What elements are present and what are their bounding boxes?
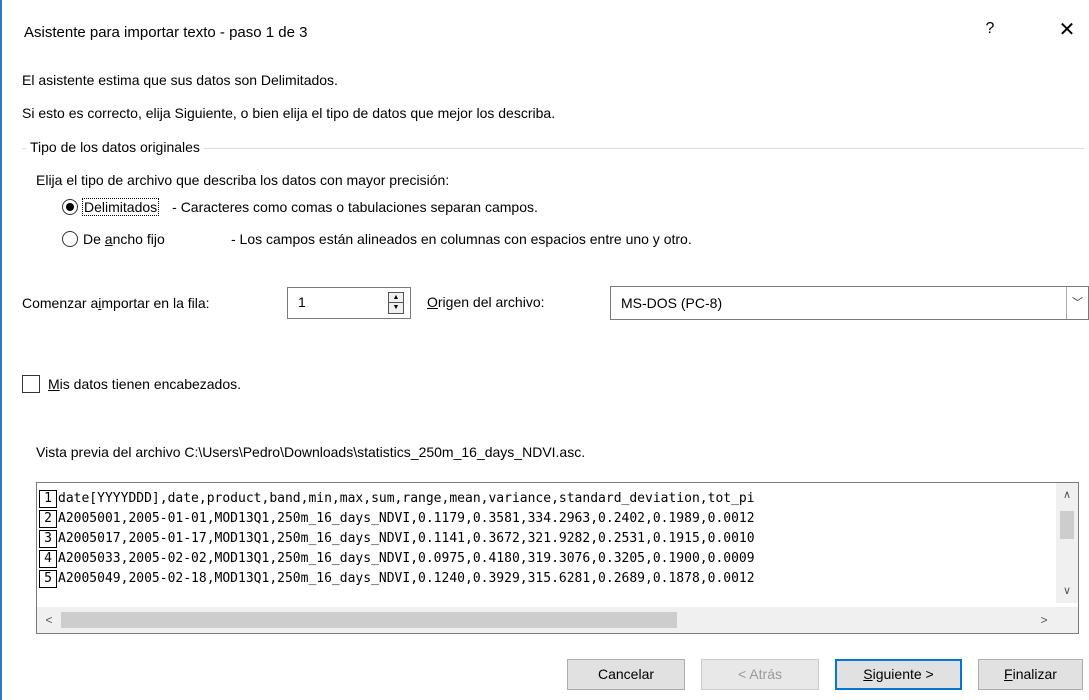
start-row-label-part2: mportar en la fila: <box>101 295 210 311</box>
next-button[interactable]: Siguiente > <box>835 659 962 690</box>
origin-label: Origen del archivo: <box>427 294 545 310</box>
scroll-down-icon[interactable]: ∨ <box>1056 581 1078 601</box>
next-button-accel: S <box>863 666 873 682</box>
preview-vertical-scrollbar[interactable]: ∧ ∨ <box>1056 483 1078 603</box>
origin-label-accel: O <box>427 294 438 310</box>
finish-button-accel: F <box>1004 666 1013 682</box>
data-type-prompt: Elija el tipo de archivo que describa lo… <box>36 172 450 188</box>
vertical-scroll-thumb[interactable] <box>1060 511 1074 539</box>
scroll-left-icon[interactable]: < <box>37 607 61 633</box>
preview-line-number: 3 <box>39 530 57 548</box>
headers-checkbox-row[interactable]: Mis datos tienen encabezados. <box>22 375 241 393</box>
window-title: Asistente para importar texto - paso 1 d… <box>24 24 308 41</box>
scroll-right-icon[interactable]: > <box>1032 607 1056 633</box>
preview-line-number: 5 <box>39 570 57 588</box>
origin-select-value: MS-DOS (PC-8) <box>621 295 723 311</box>
radio-fixed-width-indicator[interactable] <box>62 231 78 247</box>
spin-up-icon[interactable]: ▲ <box>389 293 403 303</box>
finish-button-label: inalizar <box>1012 666 1057 682</box>
headers-label-accel: M <box>48 376 60 392</box>
intro-line-2: Si esto es correcto, elija Siguiente, o … <box>22 105 556 121</box>
start-row-input[interactable]: 1 <box>298 294 306 310</box>
preview-caption: Vista previa del archivo C:\Users\Pedro\… <box>36 444 586 460</box>
help-button[interactable]: ? <box>978 20 1002 38</box>
preview-line: 3 A2005017,2005-01-17,MOD13Q1,250m_16_day… <box>39 529 1057 549</box>
radio-fixed-width-label[interactable]: De ancho fijo <box>83 231 231 247</box>
spin-down-icon[interactable]: ▼ <box>389 303 403 313</box>
headers-checkbox[interactable] <box>22 375 40 393</box>
preview-line-text: A2005033,2005-02-02,MOD13Q1,250m_16_days… <box>58 551 755 566</box>
radio-fixed-label-part2: ncho fijo <box>112 231 165 247</box>
scroll-up-icon[interactable]: ∧ <box>1056 485 1078 505</box>
preview-line: 5 A2005049,2005-02-18,MOD13Q1,250m_16_day… <box>39 569 1057 589</box>
cancel-button[interactable]: Cancelar <box>567 659 685 690</box>
preview-line: 4 A2005033,2005-02-02,MOD13Q1,250m_16_day… <box>39 549 1057 569</box>
preview-line: 1 date[YYYYDDD],date,product,band,min,max… <box>39 489 1057 509</box>
start-row-label: Comenzar a i mportar en la fila: <box>22 288 210 318</box>
next-button-label: iguiente > <box>872 666 934 682</box>
preview-line-number: 4 <box>39 550 57 568</box>
intro-line-1: El asistente estima que sus datos son De… <box>22 72 338 88</box>
start-row-label-part1: Comenzar a <box>22 295 99 311</box>
close-button[interactable]: ✕ <box>1054 17 1080 42</box>
start-row-stepper-buttons[interactable]: ▲ ▼ <box>388 292 404 314</box>
preview-line-text: date[YYYYDDD],date,product,band,min,max,… <box>58 491 755 506</box>
horizontal-scroll-thumb[interactable] <box>61 612 677 628</box>
radio-fixed-width[interactable]: De ancho fijo - Los campos están alinead… <box>62 228 692 250</box>
title-bar: Asistente para importar texto - paso 1 d… <box>2 0 1089 62</box>
radio-delimited-label[interactable]: Delimitados <box>81 198 160 216</box>
radio-fixed-label-accel: a <box>104 231 113 247</box>
headers-label-text: is datos tienen encabezados. <box>59 376 242 392</box>
preview-lines: 1 date[YYYYDDD],date,product,band,min,max… <box>39 489 1057 605</box>
scrollbar-corner <box>1056 607 1078 633</box>
finish-button[interactable]: Finalizar <box>978 659 1083 690</box>
data-type-group-legend: Tipo de los datos originales <box>26 139 204 155</box>
start-row-stepper[interactable]: 1 ▲ ▼ <box>287 287 411 319</box>
window-left-border <box>0 0 2 700</box>
preview-horizontal-scrollbar[interactable]: < > <box>37 607 1078 633</box>
back-button[interactable]: < Atrás <box>701 659 819 690</box>
preview-line-text: A2005017,2005-01-17,MOD13Q1,250m_16_days… <box>58 531 755 546</box>
preview-line-number: 1 <box>39 490 57 508</box>
radio-delimited-description: - Caracteres como comas o tabulaciones s… <box>172 199 538 215</box>
file-preview[interactable]: 1 date[YYYYDDD],date,product,band,min,max… <box>36 482 1079 634</box>
radio-delimited[interactable]: Delimitados - Caracteres como comas o ta… <box>62 196 538 218</box>
chevron-down-icon[interactable]: ﹀ <box>1066 287 1088 319</box>
radio-fixed-width-description: - Los campos están alineados en columnas… <box>231 231 692 247</box>
origin-label-text: rigen del archivo: <box>437 294 545 310</box>
preview-line-text: A2005001,2005-01-01,MOD13Q1,250m_16_days… <box>58 511 755 526</box>
preview-line: 2 A2005001,2005-01-01,MOD13Q1,250m_16_day… <box>39 509 1057 529</box>
preview-line-text: A2005049,2005-02-18,MOD13Q1,250m_16_days… <box>58 571 755 586</box>
origin-select[interactable]: MS-DOS (PC-8) ﹀ <box>610 286 1089 320</box>
headers-checkbox-label[interactable]: Mis datos tienen encabezados. <box>48 376 241 392</box>
preview-line-number: 2 <box>39 510 57 528</box>
radio-fixed-label-part1: De <box>83 231 105 247</box>
radio-delimited-indicator[interactable] <box>62 199 78 215</box>
